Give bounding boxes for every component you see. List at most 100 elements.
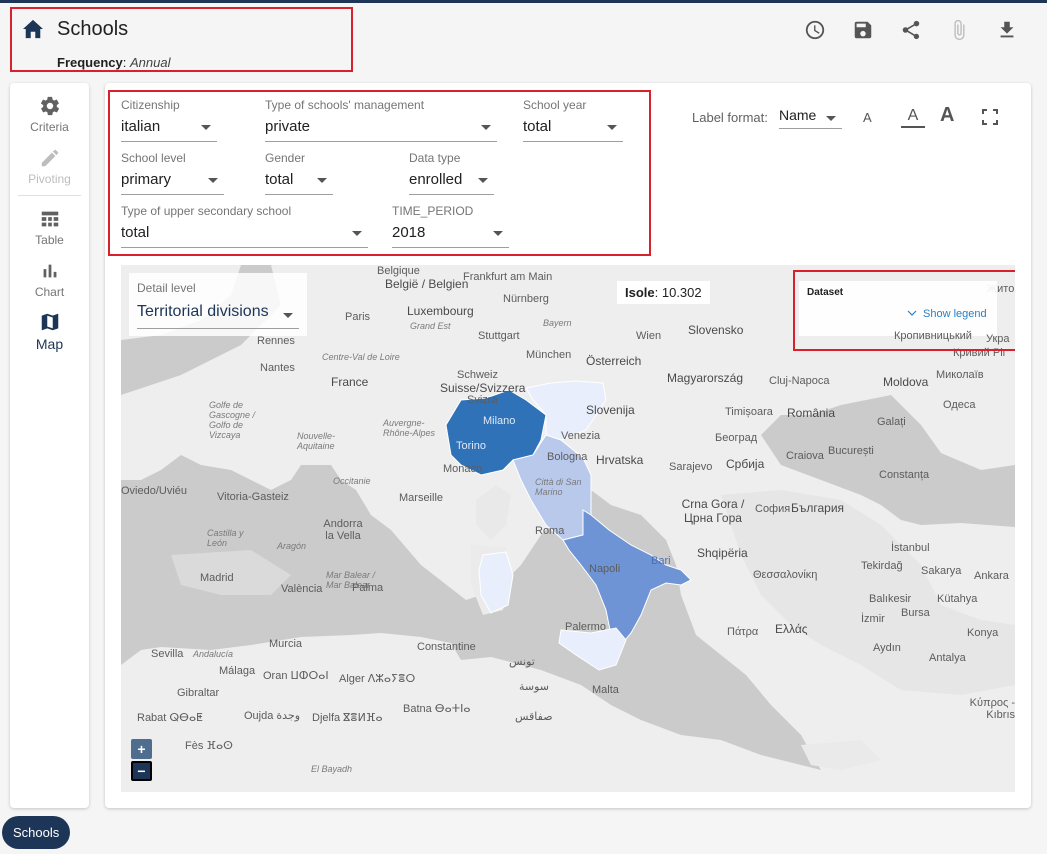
- map-label: Castilla y León: [207, 528, 244, 548]
- nav-divider: [18, 195, 81, 196]
- map-label: München: [526, 349, 572, 361]
- map-label: Luxembourg: [407, 304, 474, 318]
- time-period-select[interactable]: 2018: [392, 224, 509, 248]
- font-size-large-button[interactable]: A: [940, 104, 954, 127]
- map-label: Fès ⴼⴰⵙ: [185, 740, 233, 752]
- zoom-controls: + −: [131, 739, 152, 783]
- chevron-down-icon: [607, 125, 617, 130]
- filter-data-type: Data type enrolled: [409, 151, 494, 195]
- attachment-icon[interactable]: [947, 18, 971, 42]
- map-label: Nouvelle-Aquitaine: [297, 431, 336, 451]
- breadcrumb-chip[interactable]: Schools: [2, 816, 71, 849]
- map-label: Rabat ⵕⴱⴰⵟ: [137, 712, 203, 724]
- nav-pivoting[interactable]: Pivoting: [10, 147, 89, 186]
- map-label: Roma: [535, 525, 565, 537]
- font-size-medium-button[interactable]: A: [901, 107, 925, 128]
- nav-table[interactable]: Table: [10, 208, 89, 247]
- map-label: Oran ⵡⵀⵔⴰⵏ: [263, 670, 329, 682]
- show-legend-button[interactable]: Show legend: [907, 308, 987, 320]
- toolbar: [803, 18, 1019, 42]
- map-label: صفاقس: [515, 711, 553, 723]
- zoom-out-button[interactable]: −: [131, 761, 152, 781]
- chevron-down-icon: [493, 231, 503, 236]
- map-label: Palermo: [565, 621, 606, 633]
- download-icon[interactable]: [995, 18, 1019, 42]
- chevron-down-icon: [352, 231, 362, 236]
- map-label: Timișoara: [725, 406, 773, 418]
- map-label: Crna Gora / Црна Гора: [681, 497, 745, 525]
- label-format-label: Label format:: [692, 110, 768, 125]
- citizenship-select[interactable]: italian: [121, 118, 217, 142]
- map-label: Suisse/Svizzera: [440, 381, 526, 395]
- map-label: Vitoria-Gasteiz: [217, 491, 289, 503]
- label-format-value: Name: [779, 107, 817, 123]
- map-label: Moldova: [883, 375, 929, 389]
- tooltip-value: 10.302: [661, 285, 702, 300]
- map-label: Nürnberg: [503, 293, 549, 305]
- filter-time-period: TIME_PERIOD 2018: [392, 204, 509, 248]
- map-label: València: [281, 583, 323, 595]
- nav-map[interactable]: Map: [10, 311, 89, 352]
- map-label: Одеса: [943, 399, 976, 411]
- map-label: Stuttgart: [478, 330, 520, 342]
- map-label: Konya: [967, 627, 999, 639]
- home-icon[interactable]: [22, 19, 44, 39]
- chevron-down-icon: [201, 125, 211, 130]
- fullscreen-icon[interactable]: [982, 109, 998, 125]
- filter-school-level: School level primary: [121, 151, 224, 195]
- filter-label: School level: [121, 151, 186, 165]
- map-label: Constantine: [417, 641, 476, 653]
- map-label: İstanbul: [891, 542, 930, 554]
- map-label: België / Belgien: [385, 277, 469, 291]
- map-label: Torino: [456, 440, 486, 452]
- map-label: Shqipëria: [697, 546, 748, 560]
- data-type-select[interactable]: enrolled: [409, 171, 494, 195]
- nav-chart-label: Chart: [34, 285, 65, 299]
- dataset-title: Dataset: [807, 287, 844, 298]
- map-label: Sakarya: [921, 565, 962, 577]
- label-format-select[interactable]: Name: [779, 107, 842, 129]
- chevron-down-icon: [283, 313, 293, 318]
- detail-level-select[interactable]: Territorial divisions: [137, 303, 299, 329]
- map-label: София: [755, 503, 791, 515]
- upper-secondary-select[interactable]: total: [121, 224, 368, 248]
- font-size-small-button[interactable]: A: [863, 110, 872, 125]
- history-icon[interactable]: [803, 18, 827, 42]
- zoom-in-button[interactable]: +: [131, 739, 152, 759]
- map-label: Centre-Val de Loire: [322, 352, 400, 362]
- map-label: Craiova: [786, 450, 824, 462]
- map-label: Magyarország: [667, 371, 744, 385]
- map-label: Nantes: [260, 362, 295, 374]
- nav-map-label: Map: [35, 336, 64, 352]
- map-label: Θεσσαλονίκη: [753, 569, 818, 581]
- map-label: Antalya: [929, 652, 966, 664]
- main-panel: Citizenship italian Type of schools' man…: [105, 83, 1031, 808]
- map-label: Hrvatska: [596, 453, 644, 467]
- map-label: Malta: [592, 684, 619, 696]
- map-label: Monaco: [443, 463, 483, 475]
- share-icon[interactable]: [899, 18, 923, 42]
- map-label: Belgique: [377, 265, 420, 277]
- map-label: Milano: [483, 415, 516, 427]
- map-view[interactable]: Belgique België / Belgien Frankfurt am M…: [121, 265, 1015, 792]
- chevron-down-icon: [481, 125, 491, 130]
- gender-select[interactable]: total: [265, 171, 333, 195]
- nav-criteria[interactable]: Criteria: [10, 95, 89, 134]
- school-level-select[interactable]: primary: [121, 171, 224, 195]
- management-select[interactable]: private: [265, 118, 497, 142]
- save-icon[interactable]: [851, 18, 875, 42]
- filter-label: Gender: [265, 151, 306, 165]
- filter-label: TIME_PERIOD: [392, 204, 474, 218]
- nav-chart[interactable]: Chart: [10, 260, 89, 299]
- map-label: Aydın: [873, 642, 901, 654]
- school-year-select[interactable]: total: [523, 118, 623, 142]
- map-label: Oviedo/Uviéu: [121, 485, 188, 497]
- show-legend-label: Show legend: [923, 308, 987, 320]
- map-label: İzmir: [861, 613, 885, 625]
- filter-label: Type of upper secondary school: [121, 204, 292, 218]
- map-label: France: [331, 375, 369, 389]
- filter-citizenship: Citizenship italian: [121, 98, 217, 142]
- map-label: Golfe de Gascogne / Golfo de Vizcaya: [209, 400, 256, 440]
- chevron-down-icon: [907, 310, 917, 316]
- top-accent-line: [0, 0, 1047, 3]
